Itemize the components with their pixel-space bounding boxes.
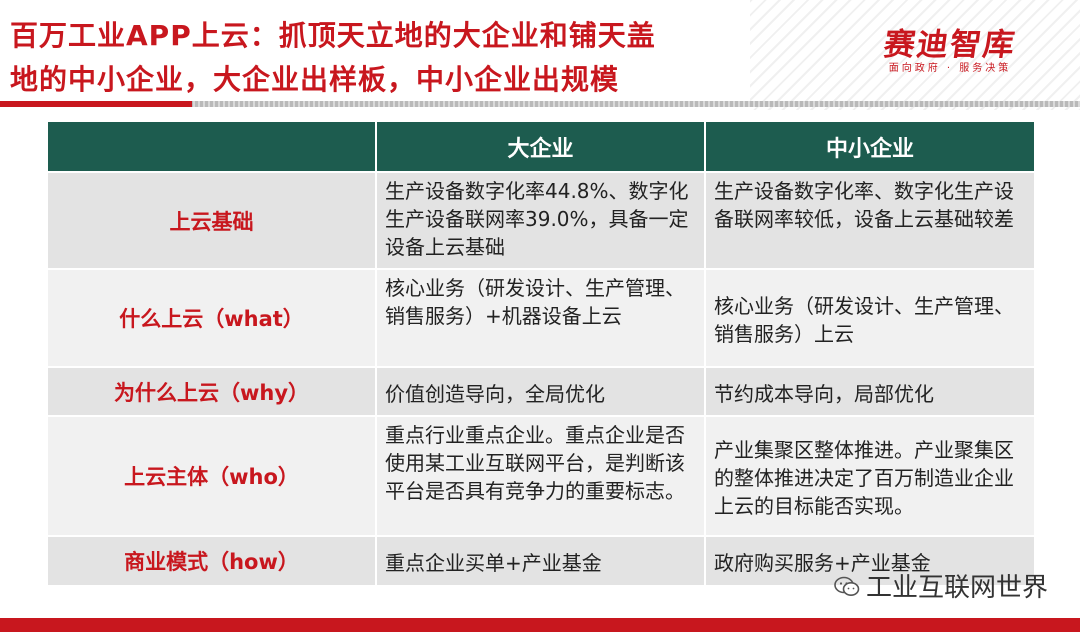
row-label-basis: 上云基础 <box>48 173 375 268</box>
logo-name: 赛迪智库 <box>881 27 1019 63</box>
table-header-empty <box>48 122 375 171</box>
source-name: 工业互联网世界 <box>865 573 1048 603</box>
cell-small-who: 产业集聚区整体推进。产业聚集区的整体推进决定了百万制造业企业上云的目标能否实现。 <box>706 417 1034 535</box>
title-divider-accent <box>0 101 192 107</box>
slide-title-line-2: 地的中小企业，大企业出样板，中小企业出规模 <box>10 63 620 96</box>
row-label-how: 商业模式（how） <box>48 537 375 585</box>
row-label-what: 什么上云（what） <box>48 270 375 366</box>
bottom-accent-bar <box>0 618 1080 632</box>
logo-slogan: 面向政府 · 服务决策 <box>888 63 1012 74</box>
cell-small-what: 核心业务（研发设计、生产管理、销售服务）上云 <box>706 270 1034 366</box>
cell-large-why: 价值创造导向，全局优化 <box>377 368 704 415</box>
cell-small-why: 节约成本导向，局部优化 <box>706 368 1034 415</box>
row-label-who: 上云主体（who） <box>48 417 375 535</box>
cell-large-what: 核心业务（研发设计、生产管理、销售服务）+机器设备上云 <box>377 270 704 366</box>
source-watermark: 工业互联网世界 <box>834 567 1048 604</box>
table-header-large-enterprise: 大企业 <box>377 122 704 171</box>
cell-large-how: 重点企业买单+产业基金 <box>377 537 704 585</box>
cell-large-basis: 生产设备数字化率44.8%、数字化生产设备联网率39.0%，具备一定设备上云基础 <box>377 173 704 268</box>
comparison-table: 大企业 中小企业 上云基础 生产设备数字化率44.8%、数字化生产设备联网率39… <box>48 122 1034 587</box>
row-label-why: 为什么上云（why） <box>48 368 375 415</box>
logo: 赛迪智库 面向政府 · 服务决策 <box>860 27 1040 76</box>
cell-small-basis: 生产设备数字化率、数字化生产设备联网率较低，设备上云基础较差 <box>706 173 1034 268</box>
table-header-sme: 中小企业 <box>706 122 1034 171</box>
cell-large-who: 重点行业重点企业。重点企业是否使用某工业互联网平台，是判断该平台是否具有竞争力的… <box>377 417 704 535</box>
slide-title-line-1: 百万工业APP上云：抓顶天立地的大企业和铺天盖 <box>10 19 656 52</box>
wechat-icon <box>834 575 860 597</box>
